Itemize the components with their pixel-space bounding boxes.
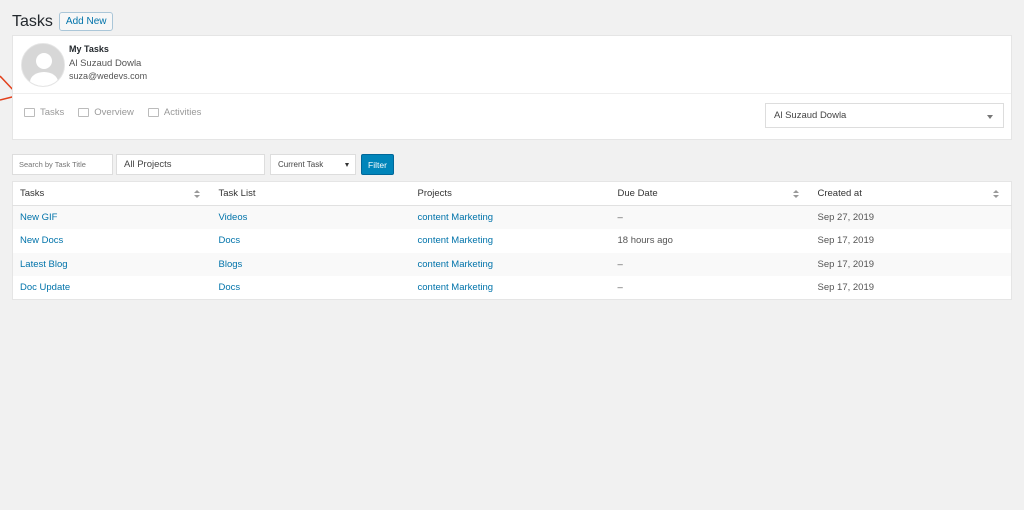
my-tasks-label: My Tasks: [69, 44, 109, 54]
list-cell: Docs: [212, 276, 411, 300]
column-header-tasks[interactable]: Tasks: [12, 181, 212, 206]
project-link[interactable]: content Marketing: [418, 212, 494, 223]
due-date-cell: –: [617, 282, 623, 293]
add-new-button[interactable]: Add New: [58, 12, 114, 31]
project-link[interactable]: content Marketing: [418, 282, 494, 293]
due-date-cell: –: [610, 252, 811, 276]
task-cell: Doc Update: [13, 276, 212, 300]
task-list-link[interactable]: Videos: [219, 212, 248, 223]
profile-card: My Tasks Al Suzaud Dowla suza@wedevs.com…: [12, 35, 1012, 140]
task-link[interactable]: Latest Blog: [20, 259, 68, 270]
profile-tabs: Tasks Overview Activities: [24, 107, 201, 118]
project-link[interactable]: content Marketing: [418, 235, 494, 246]
task-link[interactable]: New Docs: [20, 235, 63, 246]
tab-overview[interactable]: Overview: [78, 107, 134, 118]
sort-icon[interactable]: [993, 190, 999, 198]
list-cell: Docs: [212, 229, 411, 253]
created-at-cell: Sep 27, 2019: [810, 205, 1012, 229]
tasks-icon: [24, 108, 35, 117]
project-cell: content Marketing: [411, 276, 611, 300]
profile-info: My Tasks Al Suzaud Dowla suza@wedevs.com: [69, 43, 147, 82]
created-at-cell: Sep 17, 2019: [817, 235, 875, 247]
created-at-cell: Sep 17, 2019: [810, 252, 1012, 276]
table-row: New GIF Videos content Marketing – Sep 2…: [12, 205, 1012, 229]
task-link[interactable]: Doc Update: [20, 282, 70, 293]
task-filter-select[interactable]: Current Task: [270, 154, 356, 175]
search-input[interactable]: [12, 154, 113, 175]
due-date-cell: –: [610, 205, 811, 229]
table-row: New Docs Docs content Marketing 18 hours…: [13, 229, 1012, 253]
task-cell: Latest Blog: [12, 252, 212, 276]
activities-icon: [147, 108, 159, 117]
column-header-projects: Projects: [410, 181, 611, 206]
user-email: suza@wedevs.com: [69, 71, 148, 81]
projects-input[interactable]: All Projects: [116, 154, 265, 175]
filter-bar: All Projects Current Task Filter: [12, 154, 394, 175]
overview-icon: [78, 108, 90, 117]
task-list-link[interactable]: Docs: [219, 235, 241, 246]
list-cell: Videos: [211, 205, 411, 229]
column-header-due-date[interactable]: Due Date: [610, 181, 811, 206]
table-header-row: Tasks Task List Projects Due Date Create…: [12, 181, 1012, 206]
list-cell: Blogs: [211, 252, 411, 276]
created-at-cell: Sep 17, 2019: [817, 282, 875, 293]
due-date-cell: 18 hours ago: [617, 235, 673, 247]
table-row: Doc Update Docs content Marketing – Sep …: [13, 276, 1012, 300]
page-title: Tasks: [12, 12, 53, 30]
task-cell: New Docs: [13, 229, 212, 253]
sort-icon[interactable]: [193, 190, 200, 198]
filter-button[interactable]: Filter: [361, 154, 394, 175]
page-header: Tasks Add New: [12, 12, 114, 31]
tab-activities[interactable]: Activities: [147, 107, 202, 118]
tab-label: Activities: [163, 107, 202, 118]
project-cell: content Marketing: [410, 205, 611, 229]
user-name: Al Suzaud Dowla: [69, 58, 142, 69]
user-placeholder-icon: [22, 44, 64, 86]
task-cell: New GIF: [12, 205, 212, 229]
table-row: Latest Blog Blogs content Marketing – Se…: [12, 252, 1012, 276]
project-cell: content Marketing: [411, 229, 611, 253]
user-select-value: Al Suzaud Dowla: [774, 110, 847, 121]
task-filter-value: Current Task: [278, 160, 324, 169]
task-link[interactable]: New GIF: [20, 212, 57, 223]
column-header-created-at[interactable]: Created at: [810, 181, 1012, 206]
sort-icon[interactable]: [792, 190, 799, 198]
chevron-down-icon: [987, 115, 993, 119]
task-list-link[interactable]: Blogs: [219, 259, 243, 270]
tab-tasks[interactable]: Tasks: [24, 107, 64, 118]
chevron-down-icon: [345, 163, 349, 167]
task-list-link[interactable]: Docs: [219, 282, 241, 293]
project-cell: content Marketing: [410, 252, 611, 276]
tab-label: Overview: [94, 107, 134, 118]
avatar: [21, 43, 65, 87]
profile-summary: My Tasks Al Suzaud Dowla suza@wedevs.com: [13, 36, 1011, 94]
project-link[interactable]: content Marketing: [418, 259, 494, 270]
tasks-table: Tasks Task List Projects Due Date Create…: [12, 181, 1012, 300]
user-select[interactable]: Al Suzaud Dowla: [765, 103, 1004, 128]
column-header-task-list: Task List: [211, 181, 411, 206]
tab-label: Tasks: [40, 107, 65, 118]
